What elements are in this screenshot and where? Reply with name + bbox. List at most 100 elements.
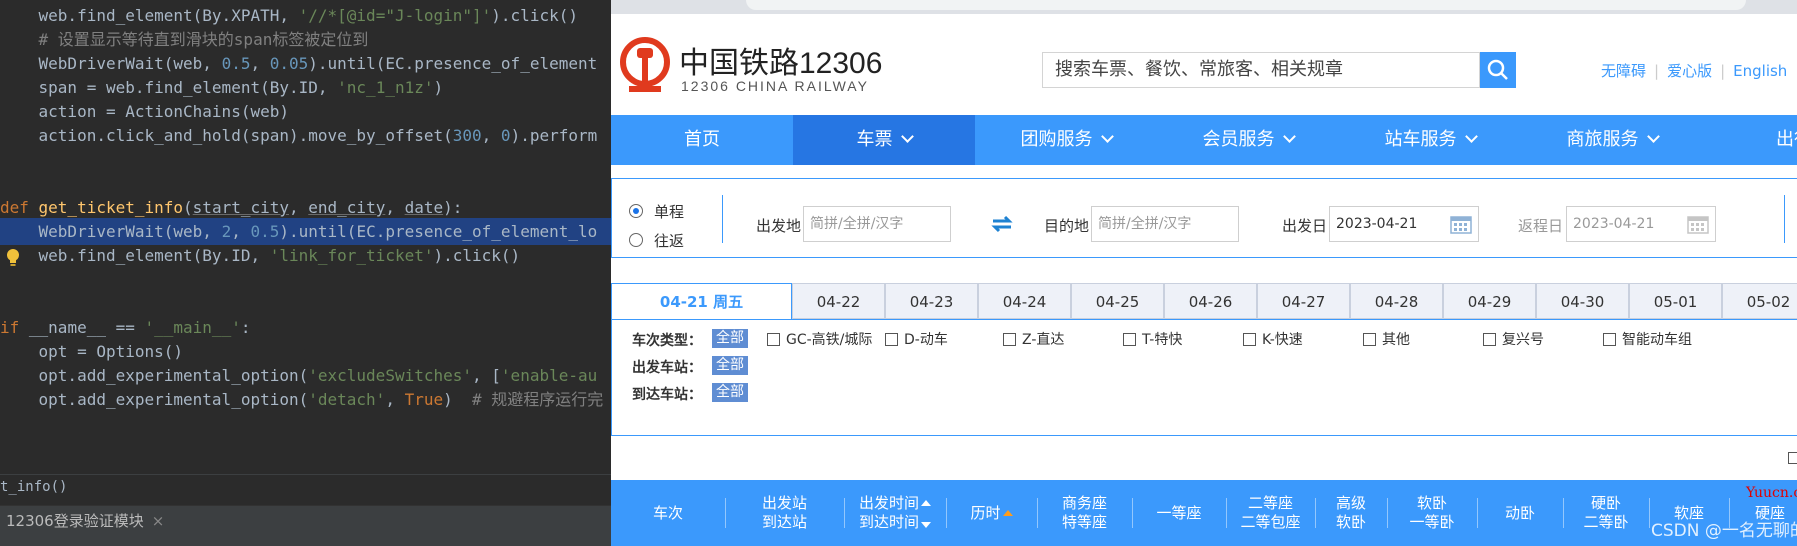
- train-type-label: 智能动车组: [1622, 332, 1692, 348]
- code-token: opt.add_experimental_option(: [0, 390, 309, 409]
- code-token: ).click(): [491, 6, 578, 25]
- one-way-radio[interactable]: [629, 204, 643, 218]
- column-sublabel: 一等卧: [1409, 513, 1455, 531]
- nav-item[interactable]: 站车服务: [1339, 115, 1521, 165]
- results-column-header[interactable]: 车次: [611, 480, 725, 546]
- date-tab[interactable]: 04-24: [978, 283, 1071, 319]
- nav-item[interactable]: 出行: [1703, 115, 1797, 165]
- sort-up-icon[interactable]: [1002, 509, 1013, 516]
- date-tab[interactable]: 04-26: [1164, 283, 1257, 319]
- train-type-label: 复兴号: [1502, 332, 1544, 348]
- search-button[interactable]: [1480, 52, 1516, 88]
- results-column-header[interactable]: 商务座 特等座: [1037, 480, 1132, 546]
- depart-station-all-button[interactable]: 全部: [712, 356, 748, 375]
- sort-up-icon[interactable]: [921, 500, 931, 506]
- code-line: WebDriverWait(web, 2, 0.5).until(EC.pres…: [0, 218, 611, 245]
- column-label: 一等座: [1156, 503, 1202, 522]
- column-divider: [725, 498, 726, 528]
- results-column-header[interactable]: 二等座 二等包座: [1226, 480, 1315, 546]
- code-token: '//*[@id="J-login"]': [298, 6, 492, 25]
- date-tab[interactable]: 04-23: [885, 283, 978, 319]
- code-token: web.find_element(By.XPATH,: [0, 6, 299, 25]
- code-token: ,: [385, 198, 405, 217]
- train-type-checkbox[interactable]: [885, 333, 898, 346]
- column-divider: [1387, 498, 1388, 528]
- calendar-icon: [1450, 216, 1472, 234]
- nav-item[interactable]: 车票: [793, 115, 975, 165]
- date-tab[interactable]: 04-27: [1257, 283, 1350, 319]
- swap-icon[interactable]: [990, 213, 1014, 235]
- code-token: 0.5: [221, 54, 251, 73]
- results-column-header[interactable]: 高级 软卧: [1315, 480, 1387, 546]
- round-trip-radio[interactable]: [629, 233, 643, 247]
- train-type-checkbox[interactable]: [1003, 333, 1016, 346]
- results-column-header[interactable]: 出发时间 到达时间: [844, 480, 946, 546]
- address-bar[interactable]: [746, 0, 1746, 10]
- chevron-down-icon: [1100, 130, 1114, 143]
- to-station-input[interactable]: 简拼/全拼/汉字: [1091, 206, 1239, 242]
- code-token: ,: [250, 54, 270, 73]
- chevron-down-icon: [1464, 130, 1478, 143]
- sort-down-icon[interactable]: [921, 522, 931, 528]
- filter-panel: 车次类型： 全部 出发车站： 全部 到达车站： 全部 GC-高铁/城际 D-动车 Z…: [611, 319, 1797, 436]
- train-type-checkbox[interactable]: [1363, 333, 1376, 346]
- divider: [722, 195, 723, 243]
- date-tab[interactable]: 04-28: [1350, 283, 1443, 319]
- header-link[interactable]: English: [1733, 62, 1787, 80]
- date-tab[interactable]: 05-01: [1629, 283, 1722, 319]
- train-type-all-button[interactable]: 全部: [712, 329, 748, 348]
- header-link[interactable]: 无障碍: [1601, 62, 1646, 80]
- train-type-label: K-快速: [1262, 332, 1303, 348]
- checkbox[interactable]: [1788, 452, 1797, 464]
- date-tab[interactable]: 04-22: [792, 283, 885, 319]
- results-column-header[interactable]: 一等座: [1132, 480, 1226, 546]
- column-label: 出发站: [761, 494, 807, 512]
- separator: |: [1654, 62, 1660, 80]
- column-label: 车次: [652, 503, 683, 522]
- code-token: ).perform: [510, 126, 598, 145]
- train-type-checkbox[interactable]: [767, 333, 780, 346]
- date-tab-bar: 04-21 周五 04-22 04-23 04-24 04-25 04-26 04-27 04…: [611, 283, 1797, 320]
- results-column-header[interactable]: 动卧: [1477, 480, 1563, 546]
- train-type-checkbox[interactable]: [1243, 333, 1256, 346]
- code-editor[interactable]: web.find_element(By.XPATH, '//*[@id="J-l…: [0, 0, 611, 546]
- column-sublabel: 特等座: [1061, 513, 1107, 531]
- run-tab[interactable]: 12306登录验证模块 ×: [0, 506, 172, 536]
- code-token: 0.5: [250, 222, 280, 241]
- train-type-checkbox[interactable]: [1603, 333, 1616, 346]
- arrive-station-all-button[interactable]: 全部: [712, 383, 748, 402]
- results-column-header[interactable]: 历时: [946, 480, 1037, 546]
- date-tab[interactable]: 04-25: [1071, 283, 1164, 319]
- code-token: True: [404, 390, 444, 409]
- column-label: 软卧: [1416, 494, 1447, 512]
- train-type-checkbox[interactable]: [1483, 333, 1496, 346]
- nav-item[interactable]: 团购服务: [975, 115, 1157, 165]
- site-search-input[interactable]: 搜索车票、餐饮、常旅客、相关规章: [1042, 52, 1480, 88]
- results-column-header[interactable]: 出发站 到达站: [725, 480, 844, 546]
- from-station-input[interactable]: 简拼/全拼/汉字: [803, 206, 951, 242]
- header-link[interactable]: 爱心版: [1667, 62, 1712, 80]
- results-column-header[interactable]: 硬卧 二等卧: [1563, 480, 1649, 546]
- code-token: opt = Options(): [0, 342, 184, 361]
- from-label: 出发地: [756, 217, 802, 235]
- date-tab[interactable]: 04-29: [1443, 283, 1536, 319]
- nav-item[interactable]: 首页: [611, 115, 793, 165]
- date-tab[interactable]: 04-30: [1536, 283, 1629, 319]
- return-date-input[interactable]: 2023-04-21: [1566, 206, 1716, 242]
- results-column-header[interactable]: 软卧 一等卧: [1387, 480, 1477, 546]
- close-icon[interactable]: ×: [152, 512, 165, 530]
- date-tab[interactable]: 04-21 周五: [611, 283, 792, 320]
- depart-date-input[interactable]: 2023-04-21: [1329, 206, 1479, 242]
- date-tab[interactable]: 05-02: [1722, 283, 1797, 319]
- run-tool-window-tabs: 12306登录验证模块 ×: [0, 505, 611, 536]
- lightbulb-icon[interactable]: [6, 248, 20, 268]
- code-token: # 设置显示等待直到滑块的span标签被定位到: [0, 30, 369, 49]
- nav-item-label: 站车服务: [1384, 129, 1457, 150]
- nav-item[interactable]: 会员服务: [1157, 115, 1339, 165]
- code-token: ,: [289, 198, 309, 217]
- train-type-checkbox[interactable]: [1123, 333, 1136, 346]
- code-token: ).until(EC.presence_of_element: [308, 54, 598, 73]
- column-label: 动卧: [1504, 503, 1535, 522]
- code-line: web.find_element(By.ID, 'link_for_ticket…: [0, 242, 611, 269]
- nav-item[interactable]: 商旅服务: [1521, 115, 1703, 165]
